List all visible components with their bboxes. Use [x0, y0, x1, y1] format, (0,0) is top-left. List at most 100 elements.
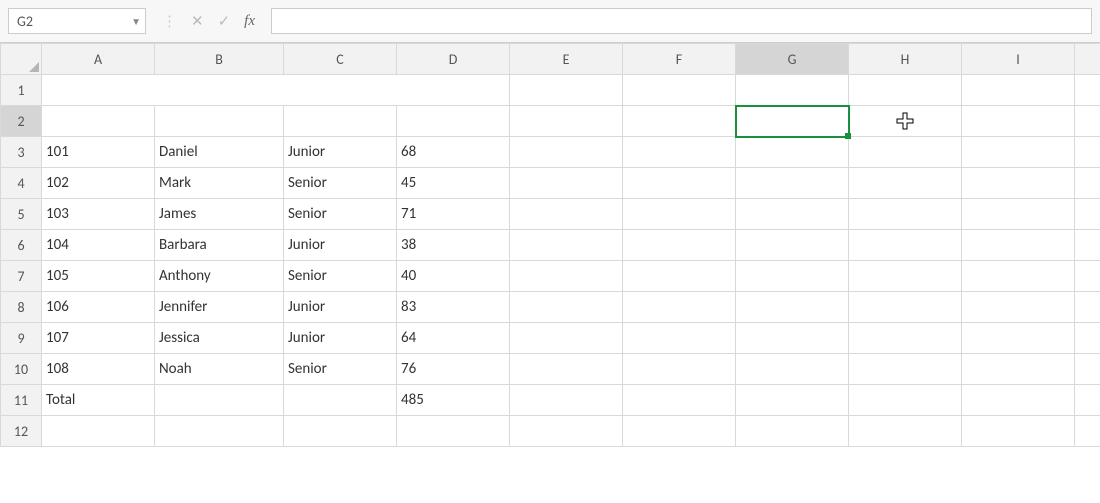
row-header-4[interactable]: 4 — [1, 168, 42, 199]
cell[interactable] — [510, 75, 623, 106]
th-id[interactable]: ID — [42, 106, 155, 137]
table-row[interactable]: Mark — [155, 168, 284, 199]
cell[interactable] — [736, 416, 849, 447]
col-header-A[interactable]: A — [42, 44, 155, 75]
cell[interactable] — [1075, 199, 1100, 230]
table-row[interactable]: 103 — [42, 199, 155, 230]
lookup-id-label[interactable]: ID — [623, 106, 736, 137]
col-header-H[interactable]: H — [849, 44, 962, 75]
cell[interactable] — [962, 261, 1075, 292]
total-label[interactable]: Total — [42, 385, 155, 416]
lookup-id-value[interactable] — [736, 106, 849, 137]
table-row[interactable]: Senior — [284, 261, 397, 292]
cell[interactable] — [849, 168, 962, 199]
table-row[interactable]: 76 — [397, 354, 510, 385]
cell[interactable] — [736, 230, 849, 261]
cell[interactable] — [849, 106, 962, 137]
table-row[interactable]: 105 — [42, 261, 155, 292]
name-box[interactable]: G2 ▼ — [8, 8, 146, 34]
cell[interactable] — [510, 323, 623, 354]
cell[interactable] — [1075, 261, 1100, 292]
col-header-E[interactable]: E — [510, 44, 623, 75]
th-student[interactable]: Student — [155, 106, 284, 137]
cell[interactable] — [962, 230, 1075, 261]
table-row[interactable]: Anthony — [155, 261, 284, 292]
table-row[interactable]: 40 — [397, 261, 510, 292]
table-row[interactable]: Senior — [284, 199, 397, 230]
table-row[interactable]: 104 — [42, 230, 155, 261]
cell[interactable] — [849, 261, 962, 292]
table-row[interactable]: 108 — [42, 354, 155, 385]
cell[interactable] — [42, 416, 155, 447]
cell[interactable] — [623, 168, 736, 199]
table-title[interactable]: Scores of students — [42, 75, 510, 106]
table-row[interactable]: 101 — [42, 137, 155, 168]
col-header-F[interactable]: F — [623, 44, 736, 75]
th-score[interactable]: Score — [397, 106, 510, 137]
cell[interactable] — [736, 168, 849, 199]
cell[interactable] — [623, 199, 736, 230]
cell[interactable] — [510, 230, 623, 261]
cell[interactable] — [397, 416, 510, 447]
cell[interactable] — [962, 199, 1075, 230]
col-header-C[interactable]: C — [284, 44, 397, 75]
cell[interactable] — [510, 385, 623, 416]
cell[interactable] — [623, 137, 736, 168]
cell[interactable] — [1075, 416, 1100, 447]
cell[interactable] — [849, 385, 962, 416]
table-row[interactable]: Junior — [284, 292, 397, 323]
cell[interactable] — [1075, 106, 1100, 137]
cell[interactable] — [849, 199, 962, 230]
cell[interactable] — [962, 416, 1075, 447]
table-row[interactable]: 68 — [397, 137, 510, 168]
cell[interactable] — [849, 75, 962, 106]
cell[interactable] — [736, 261, 849, 292]
cell[interactable] — [849, 323, 962, 354]
row-header-7[interactable]: 7 — [1, 261, 42, 292]
cell[interactable] — [510, 416, 623, 447]
cell[interactable] — [962, 137, 1075, 168]
cell[interactable] — [849, 416, 962, 447]
cell[interactable] — [155, 385, 284, 416]
table-row[interactable]: 102 — [42, 168, 155, 199]
cell[interactable] — [510, 261, 623, 292]
cell[interactable] — [736, 199, 849, 230]
formula-input[interactable] — [271, 8, 1092, 34]
lookup-student-value[interactable] — [736, 75, 849, 106]
table-row[interactable]: Junior — [284, 230, 397, 261]
cell[interactable] — [623, 416, 736, 447]
row-header-11[interactable]: 11 — [1, 385, 42, 416]
cell[interactable] — [510, 137, 623, 168]
cell[interactable] — [623, 230, 736, 261]
cell[interactable] — [962, 168, 1075, 199]
total-value[interactable]: 485 — [397, 385, 510, 416]
table-row[interactable]: Barbara — [155, 230, 284, 261]
cell[interactable] — [1075, 385, 1100, 416]
cell[interactable] — [962, 354, 1075, 385]
cell[interactable] — [510, 106, 623, 137]
table-row[interactable]: Jennifer — [155, 292, 284, 323]
table-row[interactable]: Senior — [284, 354, 397, 385]
table-row[interactable]: James — [155, 199, 284, 230]
spreadsheet-grid[interactable]: A B C D E F G H I J 1 Scores of students… — [0, 43, 1100, 503]
table-row[interactable]: 107 — [42, 323, 155, 354]
th-school[interactable]: School — [284, 106, 397, 137]
table-row[interactable]: 38 — [397, 230, 510, 261]
lookup-student-label[interactable]: Student — [623, 75, 736, 106]
cell[interactable] — [962, 385, 1075, 416]
row-header-8[interactable]: 8 — [1, 292, 42, 323]
table-row[interactable]: Daniel — [155, 137, 284, 168]
cell[interactable] — [623, 354, 736, 385]
row-header-6[interactable]: 6 — [1, 230, 42, 261]
enter-icon[interactable]: ✓ — [218, 12, 231, 31]
cell[interactable] — [284, 416, 397, 447]
cell[interactable] — [736, 137, 849, 168]
cell[interactable] — [623, 292, 736, 323]
table-row[interactable]: Senior — [284, 168, 397, 199]
cell[interactable] — [1075, 230, 1100, 261]
cell[interactable] — [962, 106, 1075, 137]
row-header-10[interactable]: 10 — [1, 354, 42, 385]
cell[interactable] — [510, 199, 623, 230]
cell[interactable] — [510, 292, 623, 323]
cell[interactable] — [623, 323, 736, 354]
